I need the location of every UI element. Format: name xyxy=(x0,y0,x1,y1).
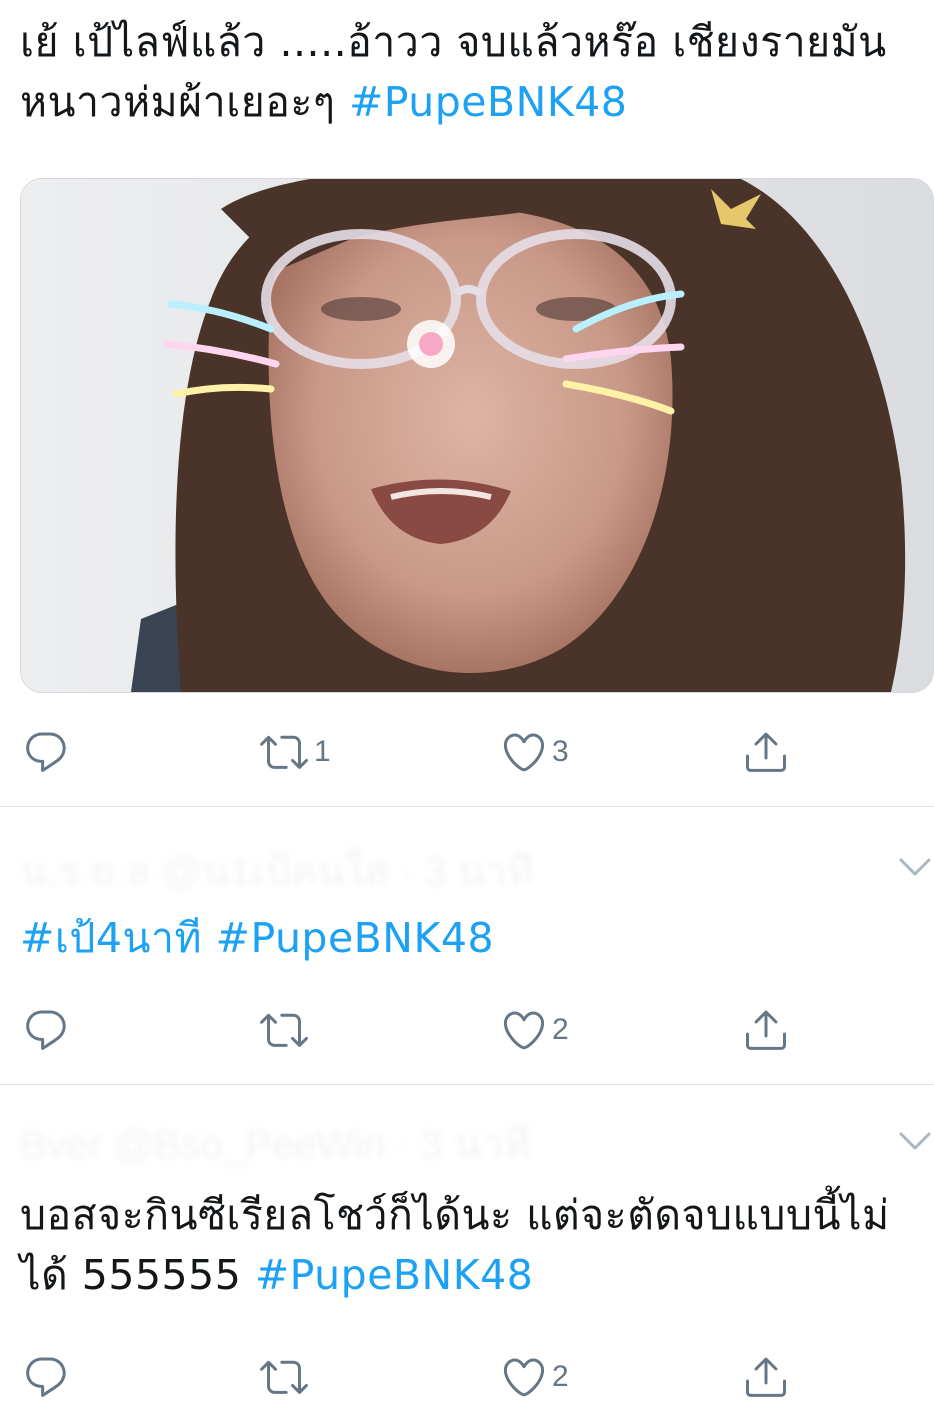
heart-icon xyxy=(503,733,545,772)
reply-button[interactable] xyxy=(22,1347,70,1407)
like-count: 3 xyxy=(552,735,569,768)
tweet[interactable]: เย้ เป้ไลฟ์แล้ว .....อ้าวว จบแล้วหร๊อ เช… xyxy=(0,0,934,806)
retweet-icon xyxy=(260,1360,308,1394)
like-count: 2 xyxy=(552,1013,569,1046)
chevron-down-icon[interactable] xyxy=(898,855,932,879)
chevron-down-icon[interactable] xyxy=(898,1129,932,1153)
reply-button[interactable] xyxy=(22,722,70,782)
share-icon xyxy=(746,1010,786,1050)
share-button[interactable] xyxy=(742,1000,790,1060)
retweet-count: 1 xyxy=(314,735,331,768)
video-frame-image xyxy=(21,179,933,692)
tweet-actions: 1 3 xyxy=(0,722,934,782)
share-icon xyxy=(746,732,786,772)
hashtag-link[interactable]: #PupeBNK48 xyxy=(349,78,627,126)
video-thumbnail[interactable] xyxy=(20,178,934,693)
tweet-header: น.ร.ย.ล @น1เป้คนใส · 3 นาที xyxy=(20,850,534,894)
retweet-button[interactable] xyxy=(258,1347,314,1407)
reply-icon xyxy=(26,732,66,772)
tweet-text: #เป้4นาที #PupeBNK48 xyxy=(20,908,926,968)
retweet-icon xyxy=(260,1013,308,1047)
hashtag-link[interactable]: #เป้4นาที #PupeBNK48 xyxy=(20,914,494,962)
like-button[interactable]: 3 xyxy=(500,722,569,782)
share-button[interactable] xyxy=(742,722,790,782)
share-icon xyxy=(746,1357,786,1397)
tweet-header: Bver @Bso_PeeWin · 3 นาที xyxy=(20,1123,531,1167)
reply-icon xyxy=(26,1357,66,1397)
tweet[interactable]: น.ร.ย.ล @น1เป้คนใส · 3 นาที #เป้4นาที #P… xyxy=(0,807,934,1084)
tweet-text: บอสจะกินซีเรียลโชว์ก็ได้นะ แต่จะตัดจบแบบ… xyxy=(20,1185,926,1305)
hashtag-link[interactable]: #PupeBNK48 xyxy=(255,1251,533,1299)
tweet[interactable]: Bver @Bso_PeeWin · 3 นาที บอสจะกินซีเรีย… xyxy=(0,1085,934,1426)
retweet-button[interactable] xyxy=(258,1000,314,1060)
tweet-actions: 2 xyxy=(0,1347,934,1407)
retweet-button[interactable]: 1 xyxy=(258,722,331,782)
tweet-actions: 2 xyxy=(0,1000,934,1060)
share-button[interactable] xyxy=(742,1347,790,1407)
like-count: 2 xyxy=(552,1360,569,1393)
like-button[interactable]: 2 xyxy=(500,1000,569,1060)
reply-icon xyxy=(26,1010,66,1050)
heart-icon xyxy=(503,1011,545,1050)
like-button[interactable]: 2 xyxy=(500,1347,569,1407)
reply-button[interactable] xyxy=(22,1000,70,1060)
heart-icon xyxy=(503,1358,545,1397)
tweet-text: เย้ เป้ไลฟ์แล้ว .....อ้าวว จบแล้วหร๊อ เช… xyxy=(20,12,926,132)
retweet-icon xyxy=(260,735,308,769)
